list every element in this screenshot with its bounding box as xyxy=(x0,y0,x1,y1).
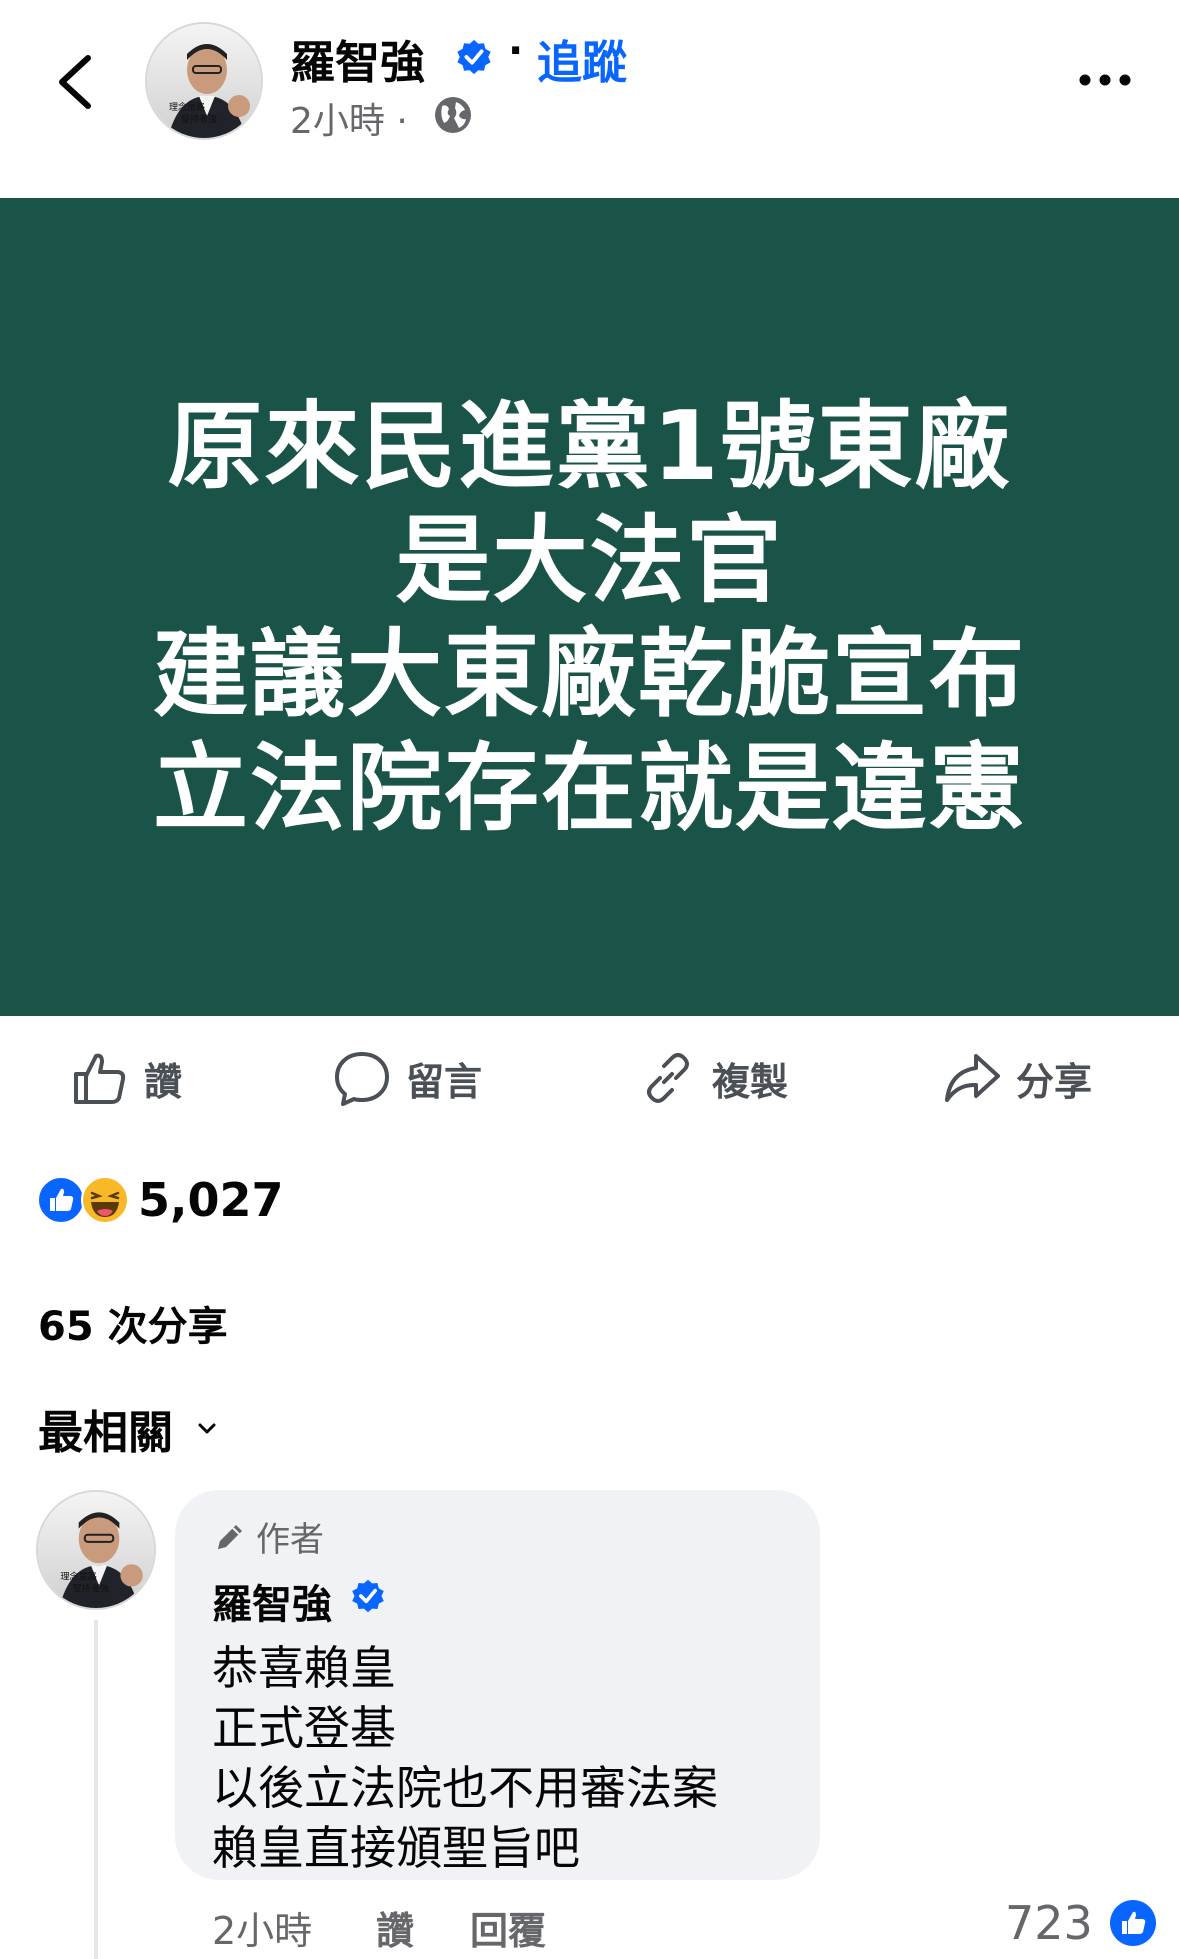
post-time: 2小時 · xyxy=(290,92,408,144)
haha-reaction-icon xyxy=(81,1176,129,1224)
comment-text-line-4: 賴皇直接頒聖旨吧 xyxy=(212,1821,580,1875)
more-options-icon[interactable] xyxy=(1075,60,1135,100)
comment-reply-button[interactable]: 回覆 xyxy=(470,1900,546,1955)
back-chevron-icon[interactable] xyxy=(50,50,100,114)
author-tag-label: 作者 xyxy=(256,1520,324,1560)
like-button[interactable]: 讚 xyxy=(70,1046,182,1110)
like-label: 讚 xyxy=(144,1059,183,1104)
comment-time: 2小時 xyxy=(212,1909,313,1953)
like-reaction-icon xyxy=(37,1176,85,1224)
reaction-count: 5,027 xyxy=(138,1173,284,1227)
post-header: 理念是路 堅持者強 羅智強 · 追蹤 2小時 · xyxy=(0,0,1179,198)
sort-label: 最相關 xyxy=(38,1406,174,1459)
comment-text-line-3: 以後立法院也不用審法案 xyxy=(212,1761,718,1815)
thumbs-up-icon xyxy=(74,1053,126,1104)
copy-link-button[interactable]: 複製 xyxy=(638,1046,788,1110)
share-count[interactable]: 65 次分享 xyxy=(38,1294,228,1352)
avatar-caption-line2: 堅持者強 xyxy=(73,1583,110,1595)
link-icon xyxy=(647,1053,689,1103)
like-reaction-icon xyxy=(1110,1900,1156,1946)
time-separator: · xyxy=(396,101,408,142)
verified-badge-icon xyxy=(352,1579,384,1613)
post-time-text: 2小時 xyxy=(290,101,385,142)
follow-button[interactable]: 追蹤 xyxy=(537,26,627,91)
author-name[interactable]: 羅智強 xyxy=(290,26,425,91)
reaction-summary[interactable]: 5,027 xyxy=(36,1170,284,1230)
share-label: 分享 xyxy=(1016,1059,1093,1104)
pencil-icon xyxy=(218,1524,242,1549)
banner-line-4: 立法院存在就是違憲 xyxy=(152,734,1026,844)
comment-text-line-2: 正式登基 xyxy=(212,1701,396,1755)
comment-text-line-1: 恭喜賴皇 xyxy=(212,1641,396,1695)
avatar-caption-line1: 理念是路 xyxy=(60,1570,97,1582)
verified-badge-icon xyxy=(457,39,491,75)
comment-label: 留言 xyxy=(406,1059,483,1104)
post-image[interactable]: 原來民進黨1號東廠 是大法官 建議大東廠乾脆宣布 立法院存在就是違憲 xyxy=(0,198,1179,1016)
comment-bubble-icon xyxy=(335,1052,389,1106)
comment-like-button[interactable]: 讚 xyxy=(376,1900,414,1955)
share-button[interactable]: 分享 xyxy=(942,1046,1092,1110)
commenter-avatar[interactable]: 理念是路 堅持者強 xyxy=(36,1490,156,1610)
header-separator: · xyxy=(508,28,524,74)
commenter-name[interactable]: 羅智強 xyxy=(212,1572,332,1630)
avatar-caption-line2: 堅持者強 xyxy=(181,113,217,125)
share-arrow-icon xyxy=(945,1054,1000,1102)
chevron-down-icon xyxy=(198,1423,216,1433)
avatar-caption-line1: 理念是路 xyxy=(169,101,205,113)
author-avatar[interactable]: 理念是路 堅持者強 xyxy=(145,22,263,140)
comment-like-count[interactable]: 723 xyxy=(1005,1896,1093,1950)
comment-button[interactable]: 留言 xyxy=(332,1046,482,1110)
comment-thread-line xyxy=(94,1620,98,1959)
globe-icon xyxy=(435,97,471,133)
action-bar: 讚 留言 複製 分享 xyxy=(0,1016,1179,1136)
comment-sort-dropdown[interactable]: 最相關 xyxy=(38,1396,219,1461)
copy-label: 複製 xyxy=(712,1059,789,1104)
author-tag: 作者 xyxy=(212,1512,324,1561)
